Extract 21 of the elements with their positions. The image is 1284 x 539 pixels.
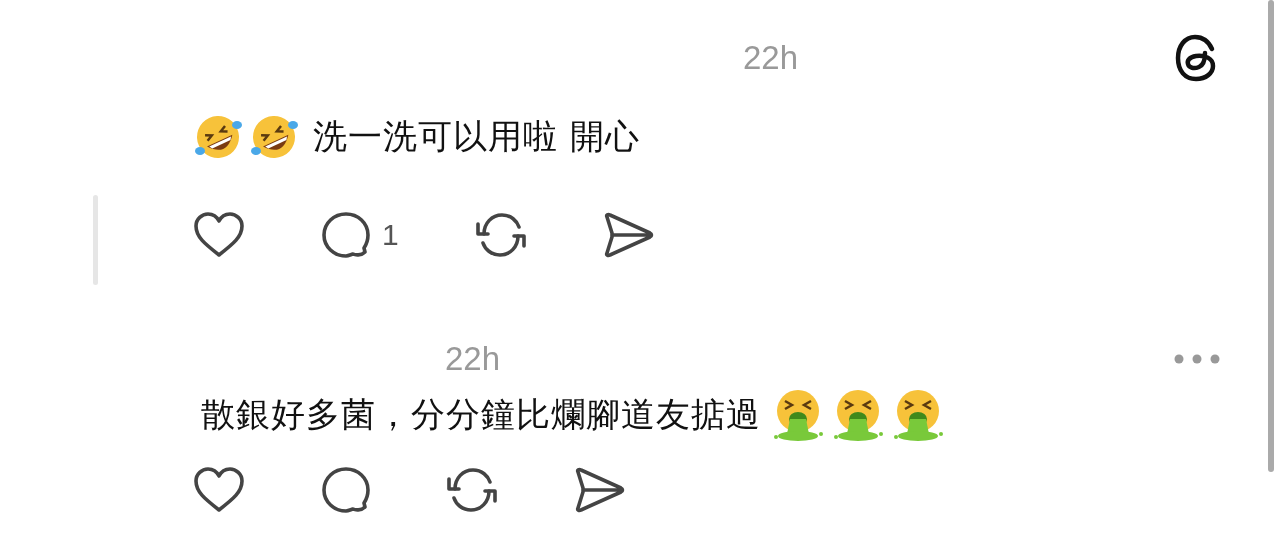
post-time: 22h bbox=[743, 38, 799, 78]
vomiting-face-icon bbox=[771, 387, 825, 443]
more-options-icon[interactable] bbox=[1174, 354, 1220, 364]
vomiting-face-icon bbox=[831, 387, 885, 443]
scrollbar[interactable] bbox=[1268, 0, 1274, 472]
heart-icon bbox=[193, 466, 245, 514]
reply-button[interactable]: 1 bbox=[320, 210, 474, 260]
vomiting-face-icon bbox=[891, 387, 945, 443]
send-icon bbox=[573, 466, 625, 514]
laughing-face-icon bbox=[193, 113, 243, 161]
post-time: 22h bbox=[445, 339, 501, 379]
speech-bubble-icon bbox=[320, 210, 372, 260]
laughing-face-icon bbox=[249, 113, 299, 161]
post-text: 散銀好多菌，分分鐘比爛腳道友掂過 bbox=[201, 393, 761, 436]
post-text: 洗一洗可以用啦 開心 bbox=[313, 115, 640, 158]
send-icon bbox=[602, 211, 654, 259]
heart-icon bbox=[193, 211, 245, 259]
repost-icon bbox=[445, 465, 499, 515]
speech-bubble-icon bbox=[320, 465, 372, 515]
repost-icon bbox=[474, 210, 528, 260]
app-logo-icon[interactable] bbox=[1174, 33, 1218, 83]
